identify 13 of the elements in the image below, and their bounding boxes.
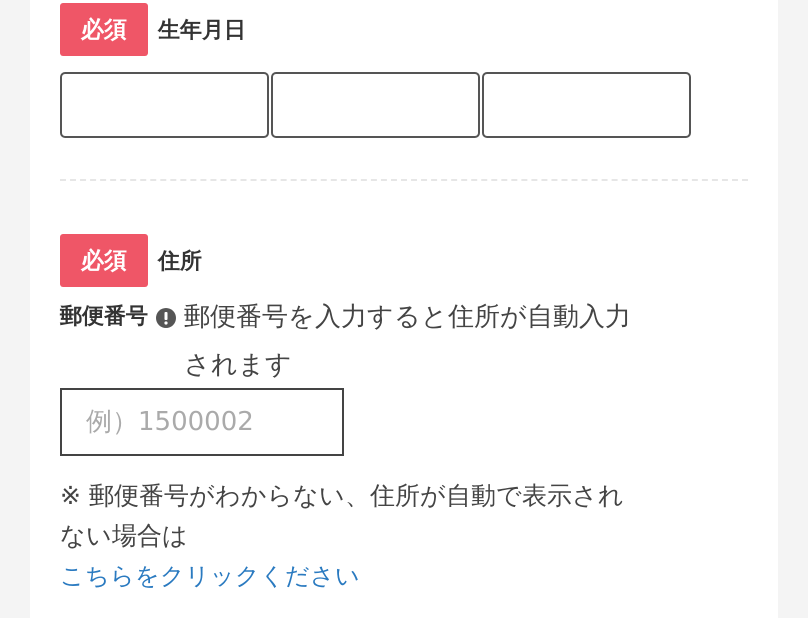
note-text: ※ 郵便番号がわからない、住所が自動で表示されない場合は bbox=[60, 480, 625, 552]
postal-code-label: 郵便番号 bbox=[60, 303, 148, 331]
field-label: 住所 bbox=[158, 248, 202, 276]
date-input-field[interactable] bbox=[482, 72, 691, 138]
help-link[interactable]: こちらをクリックください bbox=[60, 556, 360, 596]
date-input-field[interactable] bbox=[60, 72, 269, 138]
exclamation-icon bbox=[156, 308, 176, 328]
required-badge: 必須 bbox=[60, 3, 148, 56]
required-badge: 必須 bbox=[60, 234, 148, 287]
postal-code-hint: 郵便番号を入力すると住所が自動入力されます bbox=[184, 301, 632, 382]
date-input-field[interactable] bbox=[271, 72, 480, 138]
field-label: 生年月日 bbox=[158, 16, 246, 44]
postal-code-field[interactable]: 例）1500002 bbox=[60, 388, 344, 456]
